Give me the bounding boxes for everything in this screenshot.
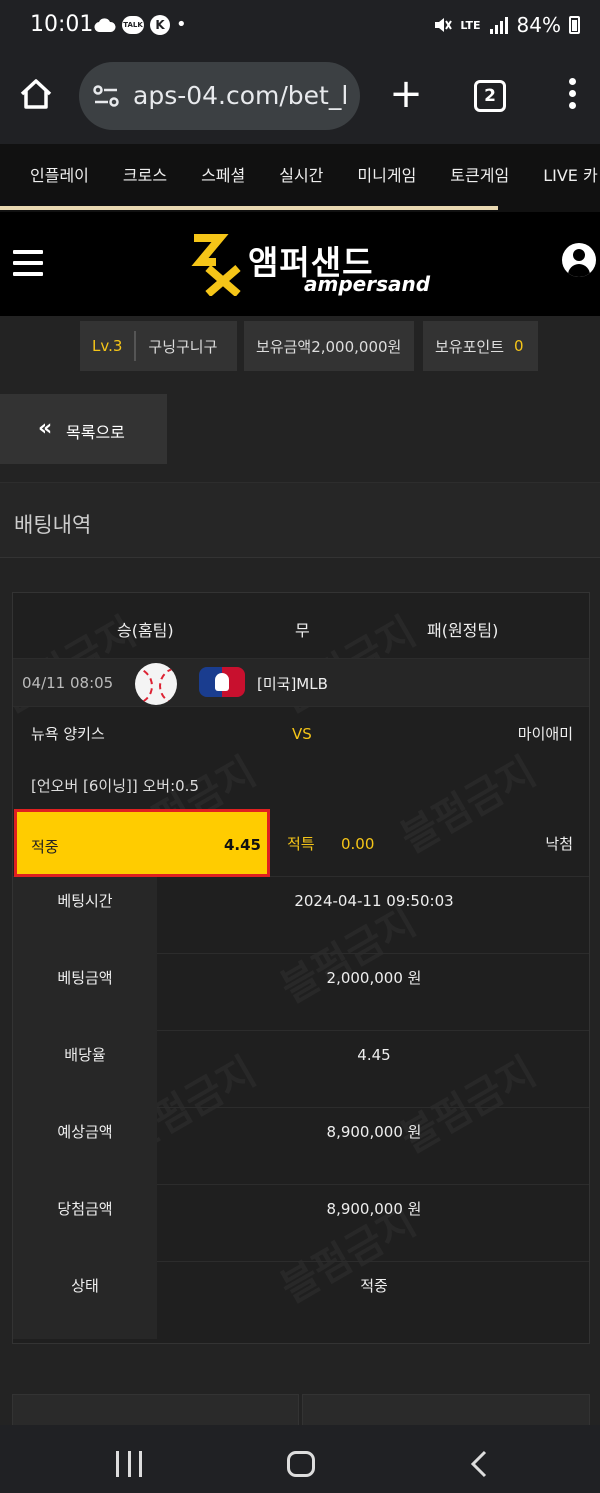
site-nav: 인플레이 크로스 스페셜 실시간 미니게임 토큰게임 LIVE 카 (0, 144, 600, 212)
status-bar: 10:01 TALK K • LTE 84% (0, 0, 600, 52)
detail-row-odds: 배당율 4.45 (13, 1031, 589, 1108)
balance-value: 2,000,000원 (311, 337, 402, 356)
address-bar[interactable]: aps-04.com/bet_l (79, 62, 360, 130)
recents-icon[interactable] (116, 1451, 142, 1477)
nav-item-minigame[interactable]: 미니게임 (357, 162, 416, 186)
nav-item-special[interactable]: 스페셜 (201, 162, 245, 186)
cloud-icon (94, 17, 116, 32)
nav-scroll-indicator (0, 206, 498, 210)
bet-card: 블펌금지 블펌금지 블펌금지 블펌금지 블펌금지 블펌금지 블펌금지 블펌금지 … (12, 592, 590, 1344)
detail-row-expected: 예상금액 8,900,000 원 (13, 1108, 589, 1185)
k-icon: K (150, 14, 170, 35)
detail-label: 베팅금액 (13, 954, 157, 1031)
detail-value: 8,900,000 원 (326, 1123, 422, 1141)
back-to-list-label: 목록으로 (66, 423, 125, 442)
detail-row-bet-time: 베팅시간 2024-04-11 09:50:03 (13, 877, 589, 954)
page-title: 배팅내역 (14, 513, 92, 537)
nav-item-cross[interactable]: 크로스 (123, 162, 167, 186)
nav-item-realtime[interactable]: 실시간 (279, 162, 323, 186)
detail-value: 2024-04-11 09:50:03 (294, 892, 454, 910)
user-level: Lv.3 (92, 337, 123, 355)
detail-value: 2,000,000 원 (326, 969, 422, 987)
baseball-icon (135, 663, 177, 705)
detail-value: 8,900,000 원 (326, 1200, 422, 1218)
user-info-bar: Lv.3 구닝구니구 보유금액 2,000,000원 보유포인트 0 (0, 316, 600, 378)
bet-header-row: 승(홈팀) 무 패(원정팀) (13, 593, 589, 659)
double-chevron-left-icon: « (38, 416, 53, 441)
system-home-icon[interactable] (287, 1451, 315, 1477)
detail-label: 예상금액 (13, 1108, 157, 1185)
talk-icon: TALK (122, 15, 144, 34)
user-account-icon[interactable] (562, 243, 596, 277)
market-row: [언오버 [6이닝]] 오버:0.5 (13, 759, 589, 809)
points-value: 0 (514, 337, 524, 355)
browser-toolbar: aps-04.com/bet_l + 2 (0, 52, 600, 144)
system-nav-bar (0, 1425, 600, 1493)
match-date: 04/11 08:05 (22, 674, 114, 692)
ampersand-logo-icon (191, 234, 241, 296)
back-to-list-button[interactable]: « 목록으로 (0, 394, 167, 464)
home-icon[interactable] (18, 76, 54, 112)
more-menu-icon[interactable] (566, 78, 578, 114)
selection-odds: 4.45 (223, 836, 261, 854)
points-label: 보유포인트 (435, 337, 505, 356)
detail-label: 상태 (13, 1262, 157, 1339)
battery-icon (569, 16, 580, 34)
balance-box: 보유금액 2,000,000원 (244, 321, 414, 371)
special-value: 0.00 (341, 835, 375, 853)
new-tab-icon[interactable]: + (388, 74, 424, 114)
nav-item-inplay[interactable]: 인플레이 (30, 162, 89, 186)
nav-item-tokengame[interactable]: 토큰게임 (450, 162, 509, 186)
hamburger-menu-icon[interactable] (13, 250, 43, 276)
url-text: aps-04.com/bet_l (133, 81, 349, 110)
balance-label: 보유금액 (256, 337, 312, 356)
user-level-box: Lv.3 구닝구니구 (80, 321, 237, 371)
mute-icon (435, 18, 453, 32)
tab-switcher-button[interactable]: 2 (474, 80, 506, 112)
header-draw: 무 (295, 621, 310, 640)
points-box: 보유포인트 0 (423, 321, 538, 371)
vs-label: VS (292, 725, 312, 743)
selected-odds-box: 적중 4.45 (14, 809, 270, 877)
detail-row-winnings: 당첨금액 8,900,000 원 (13, 1185, 589, 1262)
detail-row-status: 상태 적중 (13, 1262, 589, 1339)
system-back-icon[interactable] (470, 1450, 488, 1478)
status-time: 10:01 (30, 12, 94, 37)
signal-icon (489, 17, 508, 34)
notification-dot-icon: • (176, 14, 187, 35)
teams-row: 뉴욕 양키스 VS 마이애미 (13, 707, 589, 759)
detail-value: 4.45 (357, 1046, 391, 1064)
detail-label: 베팅시간 (13, 877, 157, 954)
detail-label: 당첨금액 (13, 1185, 157, 1262)
detail-label: 배당율 (13, 1031, 157, 1108)
network-type: LTE (460, 18, 481, 32)
battery-percent: 84% (516, 13, 561, 37)
username: 구닝구니구 (148, 337, 218, 356)
market-name: [언오버 [6이닝]] 오버:0.5 (31, 777, 199, 795)
mlb-logo-icon (199, 667, 245, 697)
site-header: 앰퍼샌드 ampersand (0, 212, 600, 316)
special-label: 적특 (287, 835, 315, 853)
odds-row: 적중 4.45 적특 0.00 낙첨 (13, 809, 589, 877)
league-name: [미국]MLB (257, 675, 328, 693)
result-label: 낙첨 (545, 835, 573, 853)
brand-subname: ampersand (304, 272, 431, 296)
header-win: 승(홈팀) (117, 621, 174, 640)
brand-logo[interactable]: 앰퍼샌드 ampersand (186, 230, 430, 300)
section-header: 배팅내역 (0, 482, 600, 558)
detail-row-bet-amount: 베팅금액 2,000,000 원 (13, 954, 589, 1031)
nav-item-live-casino[interactable]: LIVE 카 (543, 162, 598, 186)
detail-value: 적중 (360, 1277, 388, 1295)
match-info-row: 04/11 08:05 [미국]MLB (13, 659, 589, 707)
site-settings-icon[interactable] (93, 84, 119, 108)
selection-label: 적중 (31, 838, 59, 856)
header-lose: 패(원정팀) (427, 621, 499, 640)
away-team: 마이애미 (517, 725, 573, 743)
home-team: 뉴욕 양키스 (31, 725, 105, 743)
